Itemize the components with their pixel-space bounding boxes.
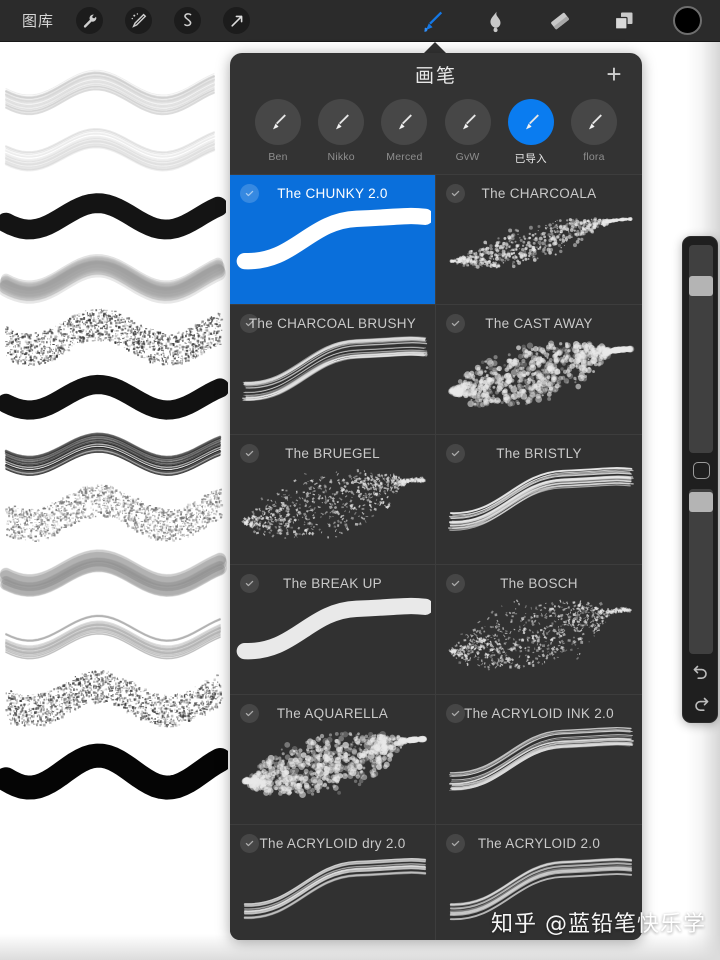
layers-icon[interactable] <box>609 6 639 36</box>
brush-set-icon <box>255 99 301 145</box>
checkmark-icon <box>240 834 259 853</box>
checkmark-icon <box>240 444 259 463</box>
smudge-icon[interactable] <box>481 6 511 36</box>
brush-set-label: Merced <box>386 151 423 163</box>
checkmark-icon <box>240 184 259 203</box>
canvas-stroke <box>0 244 226 310</box>
brush-set-label: GvW <box>455 151 480 163</box>
brush-set-tabs: Ben Nikko Merced GvW 已导入 flora <box>230 95 642 174</box>
brush-stroke-preview <box>230 695 435 824</box>
brush-set-icon <box>507 99 554 145</box>
redo-button[interactable] <box>690 692 712 714</box>
brush-set-icon <box>318 99 365 145</box>
canvas-stroke <box>0 364 228 428</box>
top-toolbar: 图库 <box>0 0 720 42</box>
checkmark-icon <box>446 314 465 333</box>
brush-set-tab-nikko[interactable]: Nikko <box>311 99 371 163</box>
canvas-stroke <box>0 480 228 542</box>
brush-set-label: 已导入 <box>514 153 547 165</box>
brush-stroke-preview <box>436 565 642 694</box>
brush-size-slider[interactable] <box>689 245 713 453</box>
undo-button[interactable] <box>690 660 712 682</box>
brush-stroke-preview <box>230 305 435 434</box>
brush-list-item[interactable]: The ACRYLOID dry 2.0 <box>230 825 436 940</box>
add-brush-button[interactable]: + <box>602 61 626 87</box>
right-sidebar <box>682 236 718 723</box>
redo-arrow-icon <box>695 697 709 711</box>
brush-set-icon <box>570 99 617 145</box>
brush-set-tab-gvw[interactable]: GvW <box>438 99 498 163</box>
checkmark-icon <box>240 574 259 593</box>
brush-stroke-preview <box>436 175 642 304</box>
color-swatch-button[interactable] <box>673 6 702 35</box>
brush-list-item[interactable]: The CHARCOAL BRUSHY <box>230 305 436 435</box>
paintbrush-icon[interactable] <box>417 6 447 36</box>
canvas-stroke <box>0 182 226 248</box>
canvas-stroke <box>0 120 222 178</box>
canvas-stroke <box>0 604 228 666</box>
canvas-stroke <box>0 304 228 366</box>
brush-size-slider-thumb[interactable] <box>689 275 713 296</box>
brush-stroke-preview <box>230 435 435 564</box>
brush-set-icon <box>444 99 491 145</box>
magic-wand-icon[interactable] <box>125 7 153 34</box>
canvas-stroke <box>0 60 222 122</box>
brush-list-item[interactable]: The BRUEGEL <box>230 435 436 565</box>
square-icon <box>692 461 710 479</box>
transform-arrow-icon[interactable] <box>223 7 251 34</box>
brush-list-item[interactable]: The CAST AWAY <box>436 305 642 435</box>
canvas-stroke <box>0 542 228 604</box>
checkmark-icon <box>446 444 465 463</box>
checkmark-icon <box>240 704 259 723</box>
brush-set-tab-已导入[interactable]: 已导入 <box>501 99 561 166</box>
app-root: 图库 画笔 + Ben Nikko Merced GvW 已导入 flora T… <box>0 0 720 960</box>
brush-stroke-preview <box>230 175 435 304</box>
canvas-stroke <box>0 730 228 810</box>
checkmark-icon <box>446 704 465 723</box>
brush-list-item[interactable]: The BOSCH <box>436 565 642 695</box>
brush-set-label: flora <box>583 151 605 163</box>
brush-set-label: Ben <box>268 151 288 163</box>
brush-set-tab-ben[interactable]: Ben <box>248 99 308 163</box>
toolbar-left-group: 图库 <box>0 7 251 34</box>
brushes-panel: 画笔 + Ben Nikko Merced GvW 已导入 flora The CHUNK… <box>230 53 642 940</box>
brush-stroke-preview <box>436 305 642 434</box>
brush-opacity-slider[interactable] <box>689 489 713 654</box>
brush-set-label: Nikko <box>327 151 355 163</box>
checkmark-icon <box>446 184 465 203</box>
canvas-stroke <box>0 666 228 728</box>
brush-set-tab-flora[interactable]: flora <box>564 99 624 163</box>
brush-opacity-slider-thumb[interactable] <box>689 491 713 512</box>
brush-stroke-preview <box>436 695 642 824</box>
page-title: 画笔 <box>414 64 457 87</box>
checkmark-icon <box>446 574 465 593</box>
brush-list-item[interactable]: The CHUNKY 2.0 <box>230 175 436 305</box>
checkmark-icon <box>240 314 259 333</box>
brushes-panel-header: 画笔 + <box>230 53 642 95</box>
selection-icon[interactable] <box>174 7 202 34</box>
watermark: 知乎 @蓝铅笔快乐学 <box>491 912 706 937</box>
brush-set-tab-merced[interactable]: Merced <box>374 99 434 163</box>
brush-stroke-preview <box>230 825 435 940</box>
brush-set-icon <box>381 99 428 145</box>
eraser-icon[interactable] <box>545 6 575 36</box>
brush-list-item[interactable]: The CHARCOALA <box>436 175 642 305</box>
brush-stroke-preview <box>436 435 642 564</box>
brush-list-item[interactable]: The AQUARELLA <box>230 695 436 825</box>
gallery-button[interactable]: 图库 <box>22 10 54 31</box>
canvas-stroke <box>0 424 228 482</box>
brush-list-item[interactable]: The ACRYLOID INK 2.0 <box>436 695 642 825</box>
panel-pointer-caret <box>424 42 446 53</box>
wrench-icon[interactable] <box>76 7 104 34</box>
brush-list-item[interactable]: The BREAK UP <box>230 565 436 695</box>
brush-list-grid: The CHUNKY 2.0 The CHARCOALA The CHARCOAL … <box>230 174 642 940</box>
toolbar-right-group <box>417 6 720 36</box>
undo-arrow-icon <box>693 665 707 679</box>
checkmark-icon <box>446 834 465 853</box>
modify-button[interactable] <box>690 459 712 481</box>
brush-list-item[interactable]: The BRISTLY <box>436 435 642 565</box>
brush-stroke-preview <box>230 565 435 694</box>
